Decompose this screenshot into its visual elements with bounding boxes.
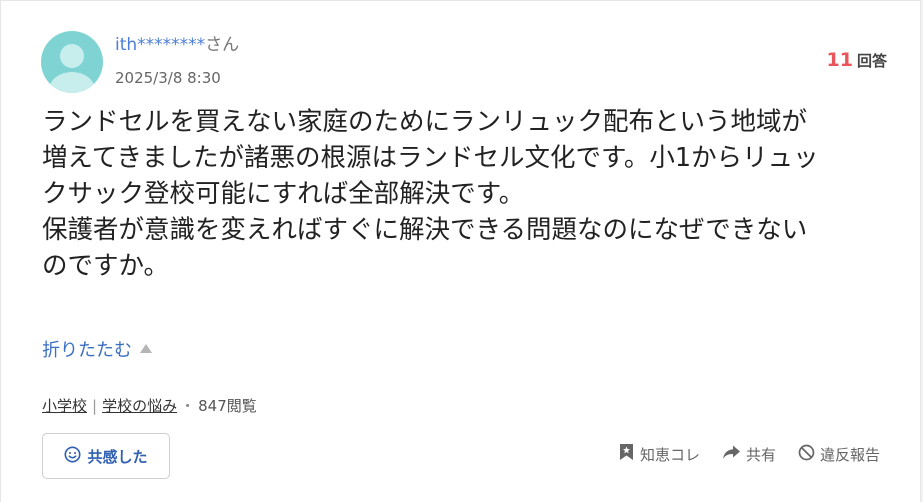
- collapse-label: 折りたたむ: [42, 340, 132, 361]
- empathy-button[interactable]: 共感した: [42, 433, 170, 479]
- bookmark-button[interactable]: 知恵コレ: [618, 443, 700, 465]
- question-card: ith********さん 2025/3/8 8:30 11 回答 ランドセルを買…: [0, 0, 921, 502]
- question-body-line: ランドセルを買えない家庭のためにランリュック配布という地域が: [42, 107, 808, 137]
- question-body: ランドセルを買えない家庭のためにランリュック配布という地域が 増えてきましたが諸…: [42, 104, 887, 284]
- answer-label: 回答: [856, 52, 887, 70]
- avatar-head: [60, 44, 84, 68]
- view-separator: ・: [180, 397, 196, 415]
- empathy-label: 共感した: [87, 447, 148, 466]
- tag-link[interactable]: 学校の悩み: [102, 397, 177, 415]
- answer-count: 11: [826, 49, 853, 71]
- collapse-toggle[interactable]: 折りたたむ: [42, 338, 152, 364]
- chevron-up-icon: [140, 344, 152, 353]
- question-body-line: 増えてきましたが諸悪の根源はランドセル文化です。小1からリュッ: [42, 143, 819, 173]
- bookmark-label: 知恵コレ: [639, 445, 700, 464]
- prohibited-icon: [798, 444, 820, 465]
- category-tags: 小学校 | 学校の悩み・ 847閲覧: [42, 396, 257, 416]
- avatar-body: [49, 72, 95, 93]
- tag-separator: |: [92, 397, 98, 415]
- question-body-line: 保護者が意識を変えればすぐに解決できる問題なのになぜできない: [42, 215, 808, 245]
- share-button[interactable]: 共有: [722, 444, 776, 465]
- user-avatar-icon[interactable]: [41, 31, 103, 93]
- view-count: 847閲覧: [198, 397, 257, 415]
- smile-icon: [64, 446, 81, 467]
- post-date: 2025/3/8 8:30: [115, 69, 221, 87]
- question-body-line: のですか。: [42, 251, 169, 281]
- tag-link[interactable]: 小学校: [42, 397, 87, 415]
- action-bar: 知恵コレ 共有 違反報告: [596, 443, 880, 465]
- bookmark-icon: [618, 443, 640, 465]
- report-label: 違反報告: [819, 445, 880, 464]
- username[interactable]: ith********さん: [115, 35, 239, 55]
- answer-count-badge[interactable]: 11 回答: [827, 50, 887, 71]
- question-body-line: クサック登校可能にすれば全部解決です。: [42, 179, 525, 209]
- report-button[interactable]: 違反報告: [798, 444, 880, 465]
- share-arrow-icon: [722, 444, 746, 464]
- username-text[interactable]: ith********: [115, 35, 205, 55]
- username-suffix: さん: [205, 35, 240, 55]
- share-label: 共有: [745, 445, 776, 464]
